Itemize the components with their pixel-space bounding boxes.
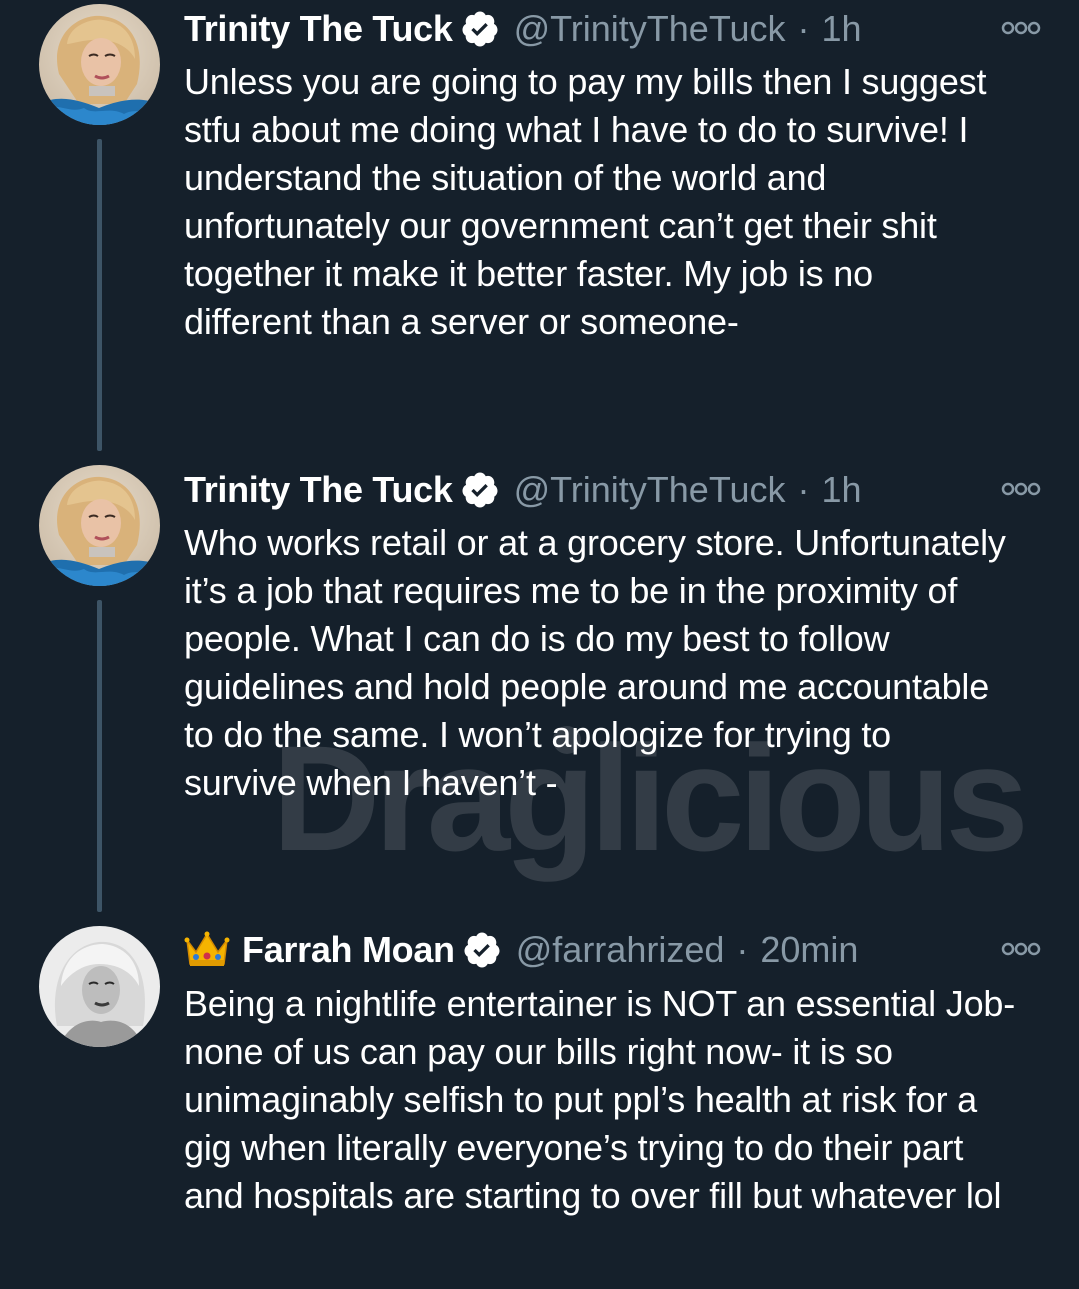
separator-dot: · <box>797 8 810 49</box>
user-handle[interactable]: @TrinityTheTuck <box>514 469 786 511</box>
avatar[interactable] <box>39 4 160 125</box>
timestamp[interactable]: 1h <box>822 8 862 50</box>
crown-emoji <box>184 930 230 970</box>
tweet-text: Unless you are going to pay my bills the… <box>184 61 987 342</box>
tweet-text: Who works retail or at a grocery store. … <box>184 522 1006 803</box>
separator-dot: · <box>797 469 810 510</box>
separator-dot: · <box>736 929 749 970</box>
timestamp[interactable]: 1h <box>822 469 862 511</box>
tweet-header: Farrah Moan @farrahrized · 20min <box>184 928 858 972</box>
thread-connector <box>97 600 102 912</box>
more-options-icon[interactable] <box>1000 479 1042 499</box>
more-options-icon[interactable] <box>1000 18 1042 38</box>
verified-badge-icon <box>462 930 502 970</box>
more-options-icon[interactable] <box>1000 939 1042 959</box>
timestamp[interactable]: 20min <box>760 929 858 971</box>
user-handle[interactable]: @TrinityTheTuck <box>514 8 786 50</box>
avatar[interactable] <box>39 926 160 1047</box>
profile-photo-trinity <box>39 465 160 586</box>
verified-badge-icon <box>460 9 500 49</box>
user-handle[interactable]: @farrahrized <box>516 929 725 971</box>
thread-connector <box>97 139 102 451</box>
display-name[interactable]: Farrah Moan <box>242 929 455 971</box>
tweet-header: Trinity The Tuck @TrinityTheTuck · 1h <box>184 7 862 51</box>
tweet-text: Being a nightlife entertainer is NOT an … <box>184 983 1015 1216</box>
tweet-header: Trinity The Tuck @TrinityTheTuck · 1h <box>184 468 862 512</box>
profile-photo-farrah <box>39 926 160 1047</box>
display-name[interactable]: Trinity The Tuck <box>184 469 453 511</box>
profile-photo-trinity <box>39 4 160 125</box>
display-name[interactable]: Trinity The Tuck <box>184 8 453 50</box>
verified-badge-icon <box>460 470 500 510</box>
avatar[interactable] <box>39 465 160 586</box>
